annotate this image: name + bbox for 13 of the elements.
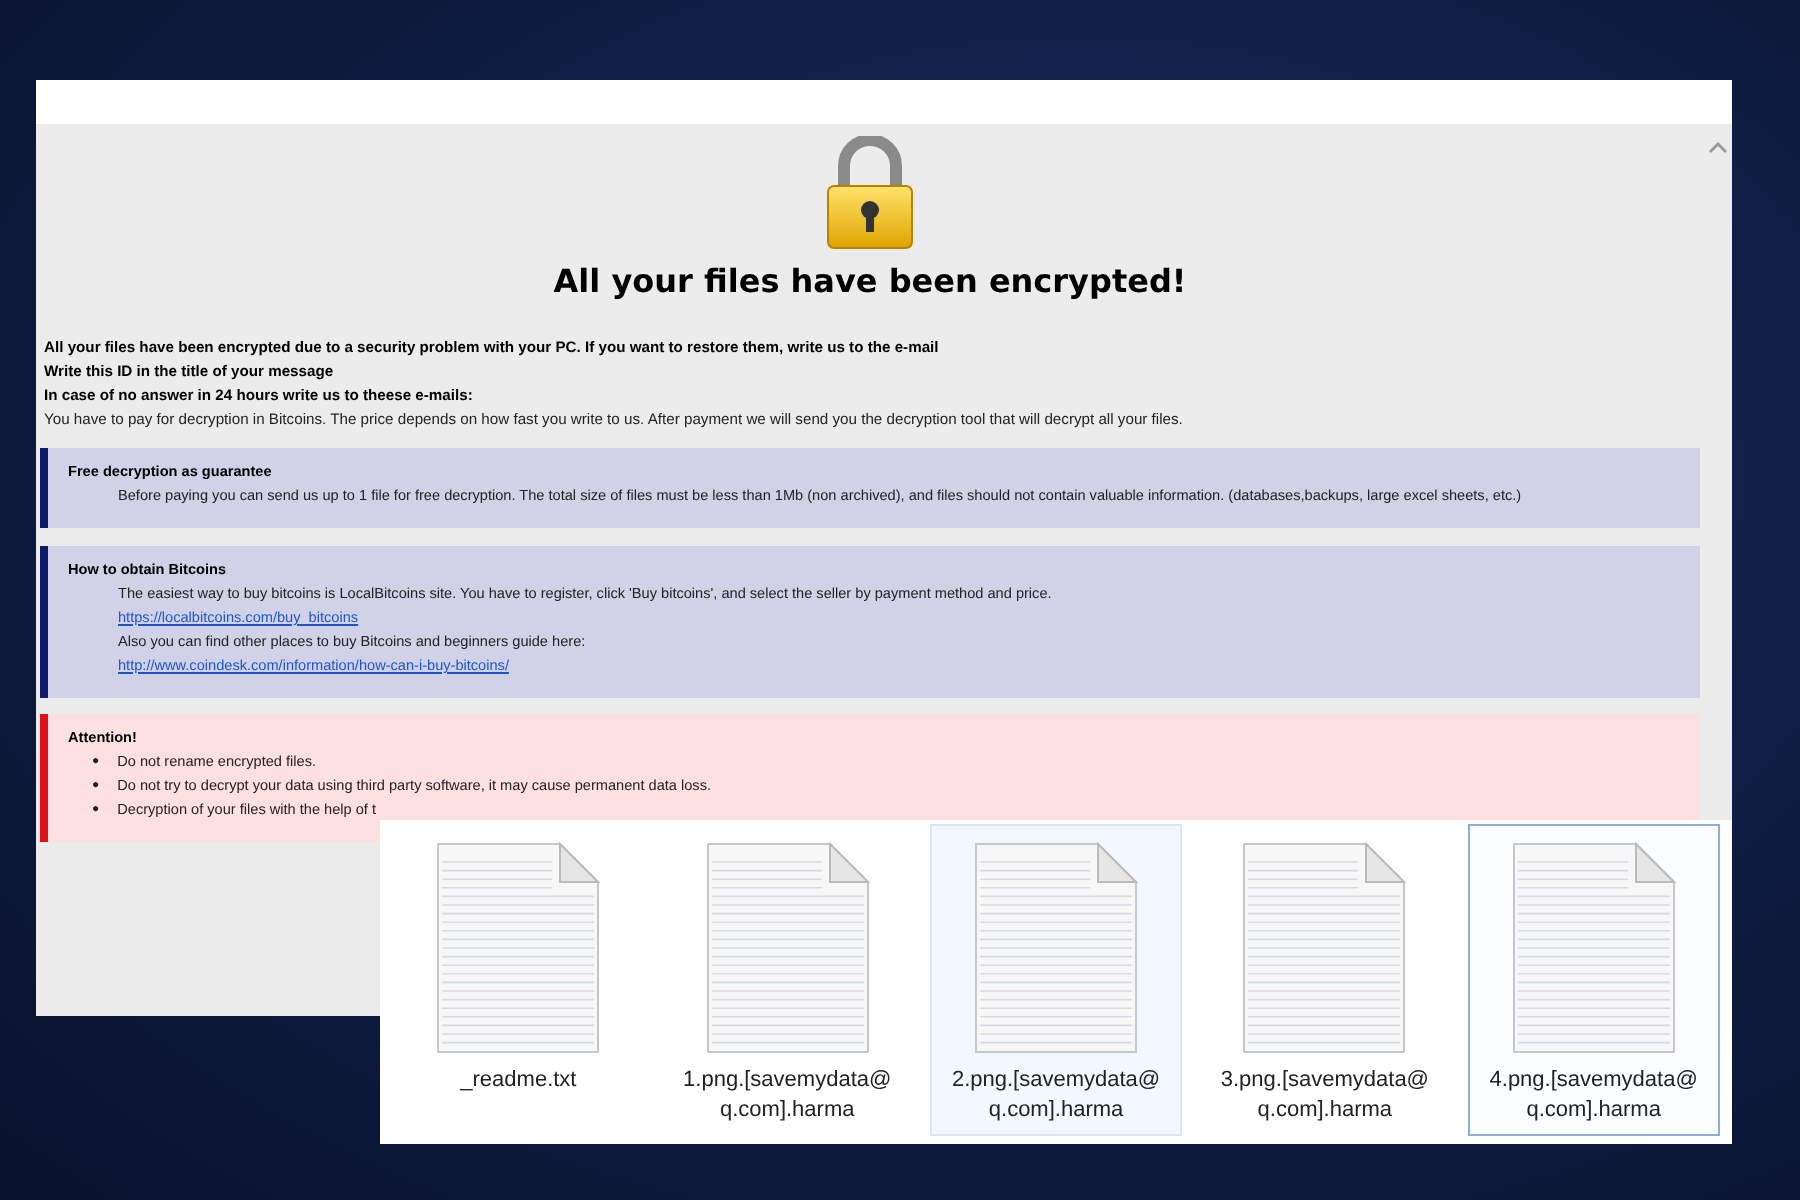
file-item[interactable]: 1.png.[savemydata@q.com].harma [660,824,914,1136]
padlock-icon [824,136,916,250]
file-item[interactable]: 2.png.[savemydata@q.com].harma [929,824,1183,1136]
document-icon [974,842,1139,1054]
file-item[interactable]: 4.png.[savemydata@q.com].harma [1467,824,1721,1136]
document-icon [705,842,870,1054]
document-icon [1511,842,1676,1054]
file-item[interactable]: _readme.txt [392,824,645,1136]
document-icon [436,842,601,1054]
scroll-up-icon[interactable] [1708,140,1728,154]
document-icon [1242,842,1407,1054]
note-title: All your files have been encrypted! [551,262,1189,300]
file-item[interactable]: 3.png.[savemydata@q.com].harma [1198,824,1452,1136]
